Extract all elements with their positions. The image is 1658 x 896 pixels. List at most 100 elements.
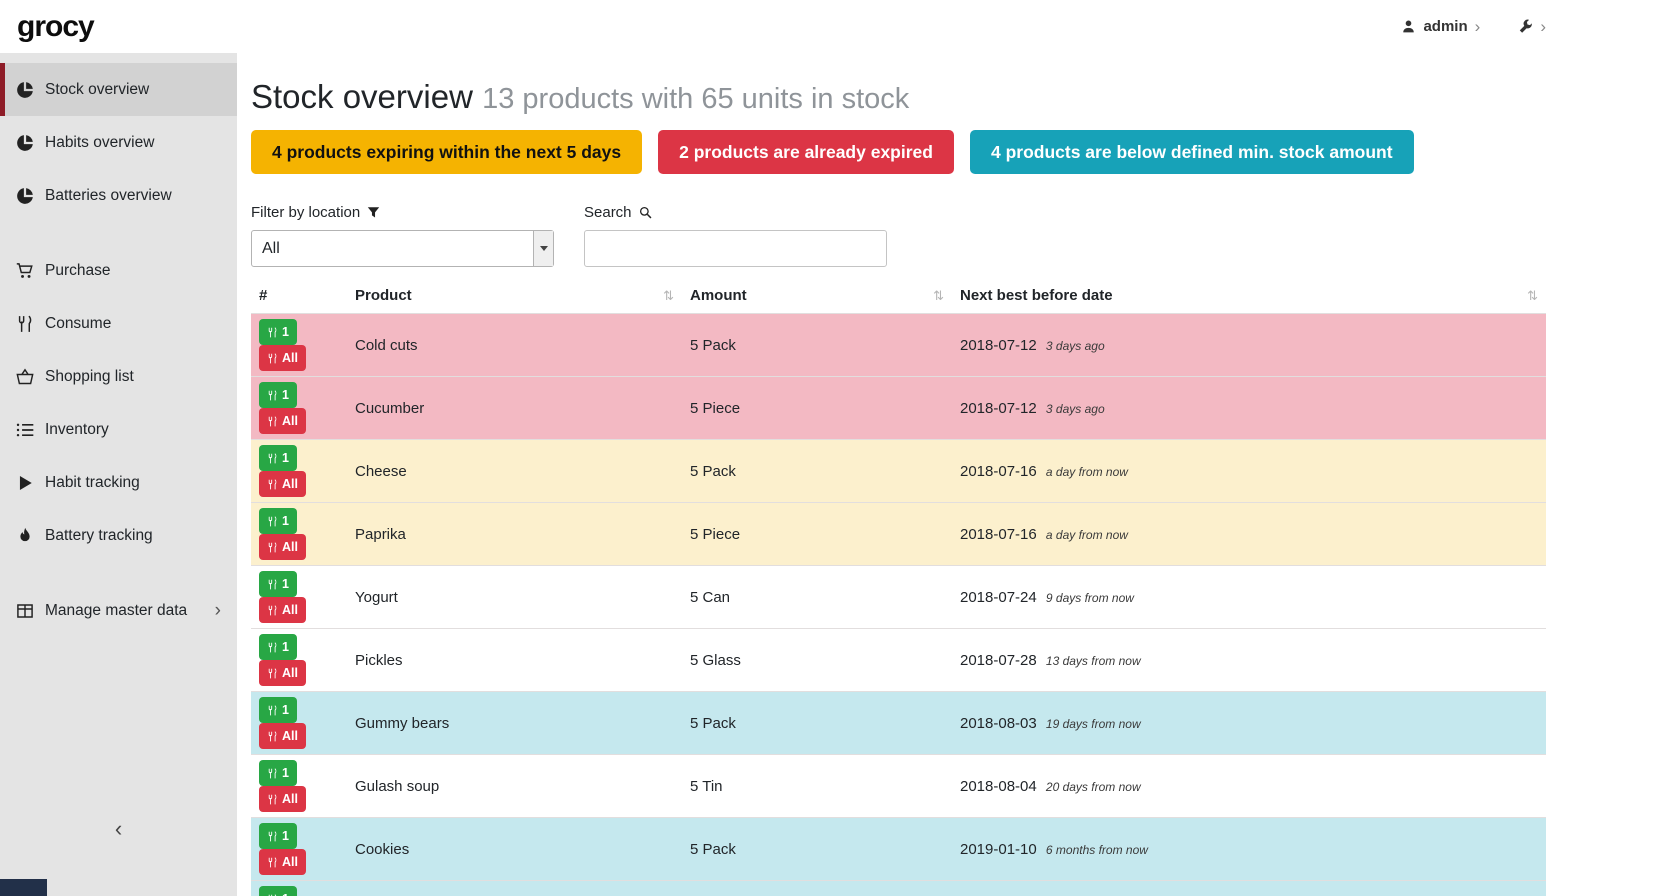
grocy-logo: grocy <box>17 10 94 44</box>
consume-all-button[interactable]: All <box>259 345 306 371</box>
product-amount: 5 Pack <box>682 818 952 881</box>
caret-down-icon <box>540 246 548 251</box>
product-name: Chocolate <box>347 881 682 896</box>
select-caret-box[interactable] <box>533 231 553 266</box>
table-row: 1 All Pickles 5 Glass 2018-07-28 13 days… <box>251 629 1546 692</box>
sort-icon[interactable]: ⇅ <box>663 288 674 304</box>
table-row: 1 All Paprika 5 Piece 2018-07-16 a day f… <box>251 503 1546 566</box>
sort-icon[interactable]: ⇅ <box>1527 288 1538 304</box>
cutlery-icon <box>267 668 278 679</box>
consume-all-button[interactable]: All <box>259 408 306 434</box>
sidebar-item-shopping-list[interactable]: Shopping list <box>0 350 237 403</box>
cutlery-icon <box>267 705 278 716</box>
sidebar-item-label: Stock overview <box>45 81 149 99</box>
consume-one-button[interactable]: 1 <box>259 445 297 471</box>
consume-all-button[interactable]: All <box>259 786 306 812</box>
consume-one-button[interactable]: 1 <box>259 319 297 345</box>
sidebar-item-manage-master-data[interactable]: Manage master data › <box>0 584 237 637</box>
consume-one-button[interactable]: 1 <box>259 508 297 534</box>
user-menu[interactable]: admin › <box>1401 18 1480 35</box>
consume-one-button[interactable]: 1 <box>259 823 297 849</box>
pie-icon <box>16 187 34 205</box>
sidebar-item-label: Habits overview <box>45 134 154 152</box>
cart-icon <box>16 262 34 280</box>
table-row: 1 All Gulash soup 5 Tin 2018-08-04 20 da… <box>251 755 1546 818</box>
sidebar-item-label: Purchase <box>45 262 110 280</box>
best-before-timeago: 3 days ago <box>1046 402 1105 416</box>
table-row: 1 All Cheese 5 Pack 2018-07-16 a day fro… <box>251 440 1546 503</box>
basket-icon <box>16 368 34 386</box>
sidebar-item-consume[interactable]: Consume <box>0 297 237 350</box>
chevron-right-icon: › <box>1475 18 1481 35</box>
best-before-date: 2018-07-12 <box>960 400 1037 417</box>
sidebar-nav: Stock overview Habits overview Batteries… <box>0 53 237 637</box>
pie-icon <box>16 134 34 152</box>
consume-one-button[interactable]: 1 <box>259 634 297 660</box>
best-before-date: 2018-07-16 <box>960 463 1037 480</box>
search-icon <box>639 206 652 219</box>
settings-menu[interactable]: › <box>1518 18 1546 35</box>
stock-table-body: 1 All Cold cuts 5 Pack 2018-07-12 3 days… <box>251 314 1546 896</box>
product-name: Cucumber <box>347 377 682 440</box>
sort-icon[interactable]: ⇅ <box>933 288 944 304</box>
consume-one-button[interactable]: 1 <box>259 697 297 723</box>
table-row: 1 All Gummy bears 5 Pack 2018-08-03 19 d… <box>251 692 1546 755</box>
best-before-timeago: 3 days ago <box>1046 339 1105 353</box>
person-icon <box>1401 19 1416 34</box>
best-before-date: 2018-07-28 <box>960 652 1037 669</box>
product-amount: 5 Piece <box>682 503 952 566</box>
best-before-timeago: 9 days from now <box>1046 591 1134 605</box>
consume-one-button[interactable]: 1 <box>259 382 297 408</box>
chat-widget-tab[interactable] <box>0 879 47 896</box>
sidebar-item-label: Inventory <box>45 421 109 439</box>
product-amount: 5 Piece <box>682 377 952 440</box>
sidebar-item-label: Battery tracking <box>45 527 153 545</box>
cutlery-icon <box>267 857 278 868</box>
consume-one-button[interactable]: 1 <box>259 760 297 786</box>
badge-below-min-stock[interactable]: 4 products are below defined min. stock … <box>970 130 1414 174</box>
sidebar-collapse-button[interactable]: ‹ <box>85 814 152 844</box>
sidebar-item-inventory[interactable]: Inventory <box>0 403 237 456</box>
sidebar-item-habit-tracking[interactable]: Habit tracking <box>0 456 237 509</box>
product-name: Cookies <box>347 818 682 881</box>
sidebar-item-label: Manage master data <box>45 602 187 620</box>
sidebar-item-stock-overview[interactable]: Stock overview <box>0 63 237 116</box>
product-amount: 5 Pack <box>682 881 952 896</box>
sidebar-item-label: Habit tracking <box>45 474 140 492</box>
sidebar-item-batteries-overview[interactable]: Batteries overview <box>0 169 237 222</box>
product-name: Yogurt <box>347 566 682 629</box>
product-amount: 5 Pack <box>682 692 952 755</box>
consume-all-button[interactable]: All <box>259 534 306 560</box>
consume-all-button[interactable]: All <box>259 723 306 749</box>
consume-all-button[interactable]: All <box>259 849 306 875</box>
consume-one-button[interactable]: 1 <box>259 886 297 896</box>
chevron-right-icon: › <box>215 600 221 622</box>
location-select[interactable]: All <box>251 230 554 267</box>
cutlery-icon <box>267 479 278 490</box>
table-row: 1 All Cucumber 5 Piece 2018-07-12 3 days… <box>251 377 1546 440</box>
sidebar-item-purchase[interactable]: Purchase <box>0 244 237 297</box>
sidebar: Stock overview Habits overview Batteries… <box>0 53 237 896</box>
product-name: Pickles <box>347 629 682 692</box>
consume-all-button[interactable]: All <box>259 597 306 623</box>
cutlery-icon <box>16 315 34 333</box>
cutlery-icon <box>267 542 278 553</box>
consume-all-button[interactable]: All <box>259 660 306 686</box>
column-header-amount[interactable]: Amount ⇅ <box>682 283 952 314</box>
consume-all-button[interactable]: All <box>259 471 306 497</box>
consume-one-button[interactable]: 1 <box>259 571 297 597</box>
search-input[interactable] <box>584 230 887 267</box>
best-before-timeago: a day from now <box>1046 528 1128 542</box>
sidebar-item-habits-overview[interactable]: Habits overview <box>0 116 237 169</box>
column-header-product[interactable]: Product ⇅ <box>347 283 682 314</box>
best-before-timeago: a day from now <box>1046 465 1128 479</box>
product-name: Cold cuts <box>347 314 682 377</box>
badge-expired[interactable]: 2 products are already expired <box>658 130 954 174</box>
badge-expiring-soon[interactable]: 4 products expiring within the next 5 da… <box>251 130 642 174</box>
best-before-timeago: 13 days from now <box>1046 654 1141 668</box>
cutlery-icon <box>267 453 278 464</box>
cutlery-icon <box>267 390 278 401</box>
best-before-date: 2018-07-24 <box>960 589 1037 606</box>
column-header-best-before[interactable]: Next best before date ⇅ <box>952 283 1546 314</box>
sidebar-item-battery-tracking[interactable]: Battery tracking <box>0 509 237 562</box>
